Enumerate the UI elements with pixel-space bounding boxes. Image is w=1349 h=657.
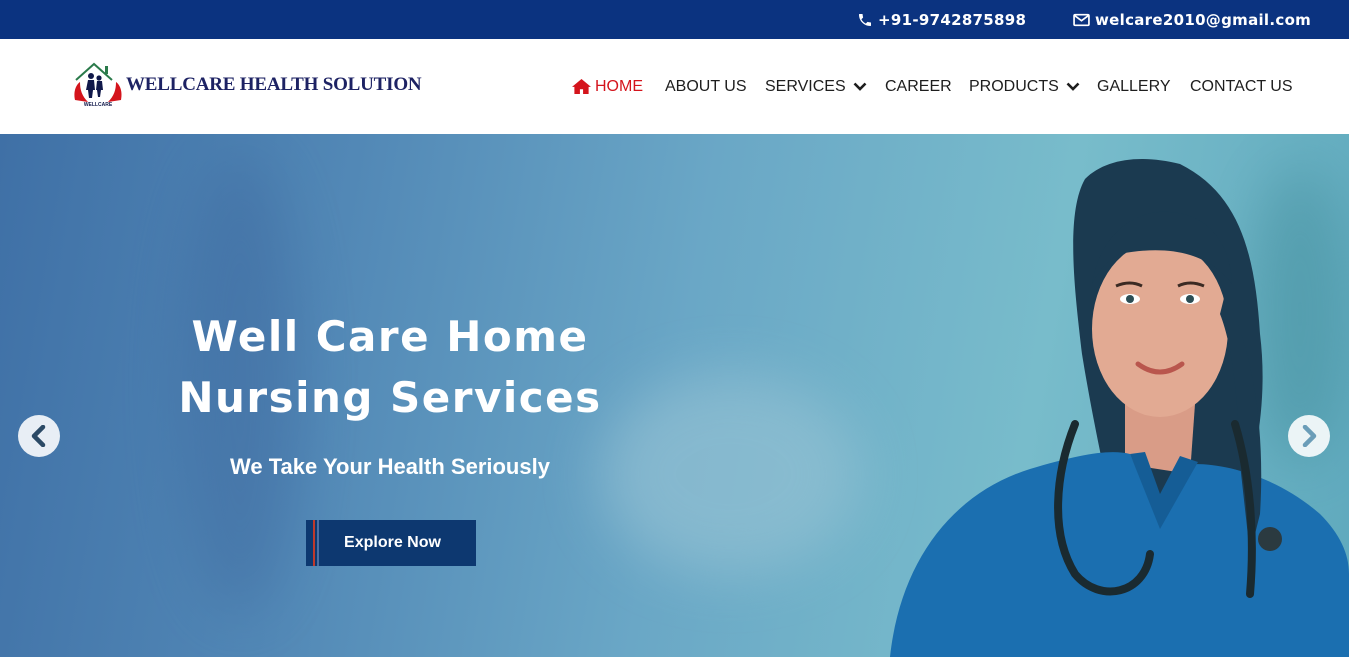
slider-next-button[interactable] (1288, 415, 1330, 457)
site-header: WELLCARE WELLCARE HEALTH SOLUTION HOME A… (0, 39, 1349, 134)
email-contact[interactable]: welcare2010@gmail.com (1073, 0, 1311, 39)
phone-number[interactable]: +91-9742875898 (878, 11, 1026, 29)
main-nav: HOME ABOUT US SERVICES CAREER PRODUCTS G… (0, 39, 1349, 134)
nav-contact-us-label[interactable]: CONTACT US (1190, 78, 1293, 96)
nav-home-label[interactable]: HOME (595, 78, 643, 96)
nav-contact-us[interactable]: CONTACT US (1190, 39, 1293, 134)
nav-home[interactable]: HOME (572, 39, 643, 134)
phone-icon (859, 13, 871, 26)
nav-about-us-label[interactable]: ABOUT US (665, 78, 747, 96)
nav-career[interactable]: CAREER (885, 39, 952, 134)
home-icon (572, 79, 591, 94)
phone-contact[interactable]: +91-9742875898 (857, 0, 1026, 39)
hero-title-line2: Nursing Services (178, 373, 602, 422)
nav-services-label[interactable]: SERVICES (765, 78, 846, 96)
email-address[interactable]: welcare2010@gmail.com (1095, 11, 1311, 29)
top-contact-bar: +91-9742875898 welcare2010@gmail.com (0, 0, 1349, 39)
hero-title-line1: Well Care Home (191, 312, 589, 361)
nav-gallery-label[interactable]: GALLERY (1097, 78, 1171, 96)
hero-subtitle: We Take Your Health Seriously (230, 454, 550, 479)
chevron-left-icon (31, 425, 46, 447)
explore-now-button[interactable]: Explore Now (306, 520, 476, 566)
slider-prev-button[interactable] (18, 415, 60, 457)
nurse-image (890, 159, 1349, 657)
nav-gallery[interactable]: GALLERY (1097, 39, 1171, 134)
hero-title: Well Care Home Nursing Services (140, 306, 640, 428)
nav-about-us[interactable]: ABOUT US (665, 39, 747, 134)
nav-career-label[interactable]: CAREER (885, 78, 952, 96)
nav-products[interactable]: PRODUCTS (969, 39, 1080, 134)
envelope-icon (1073, 13, 1090, 26)
hero-slider: Well Care Home Nursing Services We Take … (0, 134, 1349, 657)
explore-now-label[interactable]: Explore Now (344, 534, 441, 552)
chevron-down-icon (1066, 82, 1080, 91)
nav-products-label[interactable]: PRODUCTS (969, 78, 1059, 96)
nav-services[interactable]: SERVICES (765, 39, 867, 134)
chevron-right-icon (1302, 425, 1317, 447)
chevron-down-icon (853, 82, 867, 91)
